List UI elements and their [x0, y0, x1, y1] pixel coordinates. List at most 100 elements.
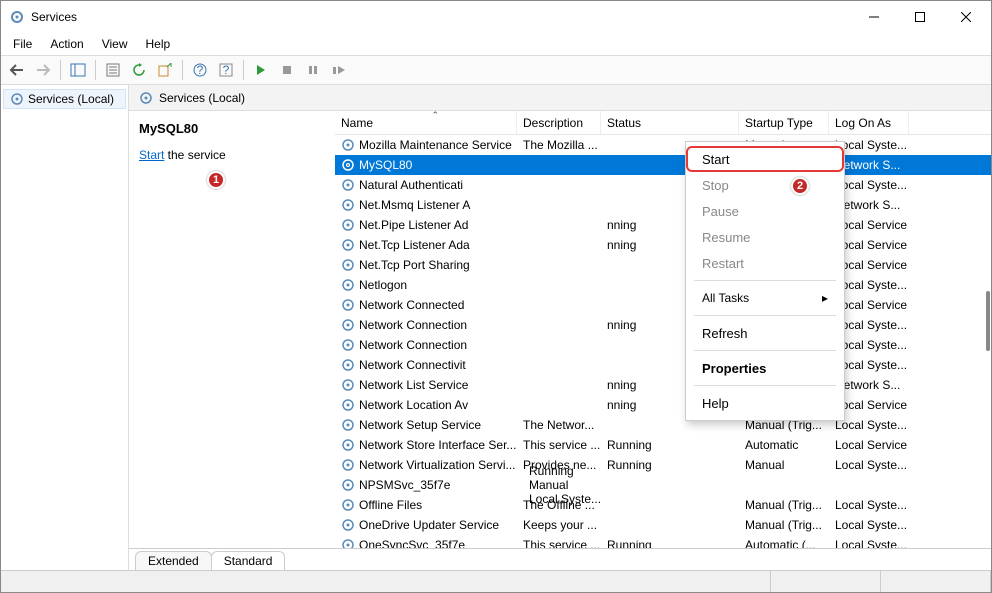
column-startup-type[interactable]: Startup Type: [739, 111, 829, 134]
service-row[interactable]: Network ConnectedManual (Trig...Local Se…: [335, 295, 991, 315]
service-row[interactable]: Network ConnectionnningManual (Trig...Lo…: [335, 315, 991, 335]
restart-service-button[interactable]: [327, 58, 351, 82]
service-row[interactable]: Network Setup ServiceThe Networ...Manual…: [335, 415, 991, 435]
service-row[interactable]: Net.Pipe Listener AdnningAutomaticLocal …: [335, 215, 991, 235]
service-startup-cell: Manual (Trig...: [739, 518, 829, 532]
ctx-all-tasks[interactable]: All Tasks▸: [686, 285, 844, 311]
toolbar-separator: [60, 60, 61, 80]
selected-service-name: MySQL80: [139, 121, 325, 136]
service-row[interactable]: Net.Tcp Listener AdanningAutomaticLocal …: [335, 235, 991, 255]
service-row[interactable]: OneSyncSvc_35f7eThis service ...RunningA…: [335, 535, 991, 548]
refresh-button[interactable]: [127, 58, 151, 82]
service-row[interactable]: Network ConnectivitManual (Trig...Local …: [335, 355, 991, 375]
column-name[interactable]: Name⌃: [335, 111, 517, 134]
view-tabs: Extended Standard: [129, 548, 991, 570]
help-button[interactable]: ?: [188, 58, 212, 82]
service-icon: [341, 478, 355, 492]
service-startup-cell: Manual: [523, 478, 601, 492]
menu-action[interactable]: Action: [42, 35, 91, 53]
service-row[interactable]: MySQL80AutomaticNetwork S...: [335, 155, 991, 175]
service-icon: [341, 278, 355, 292]
service-row[interactable]: Network ConnectionManualLocal Syste...: [335, 335, 991, 355]
service-desc-cell: The Offline ...: [517, 498, 601, 512]
service-icon: [341, 438, 355, 452]
menu-help[interactable]: Help: [138, 35, 179, 53]
chevron-right-icon: ▸: [822, 291, 828, 305]
service-row[interactable]: OneDrive Updater ServiceKeeps your ...Ma…: [335, 515, 991, 535]
tab-extended[interactable]: Extended: [135, 551, 212, 570]
service-icon: [341, 318, 355, 332]
service-icon: [341, 418, 355, 432]
service-row[interactable]: Net.Tcp Port SharingManualLocal Service: [335, 255, 991, 275]
service-row[interactable]: Mozilla Maintenance ServiceThe Mozilla .…: [335, 135, 991, 155]
column-log-on-as[interactable]: Log On As: [829, 111, 909, 134]
menu-file[interactable]: File: [5, 35, 40, 53]
service-status-cell: Running: [601, 458, 739, 472]
service-name-cell: Netlogon: [335, 278, 517, 292]
service-icon: [341, 298, 355, 312]
maximize-button[interactable]: [897, 2, 943, 32]
services-window: Services File Action View Help ? ?: [0, 0, 992, 593]
window-controls: [851, 2, 989, 32]
properties-button[interactable]: [101, 58, 125, 82]
service-startup-cell: Automatic (...: [739, 538, 829, 548]
back-button[interactable]: [5, 58, 29, 82]
close-button[interactable]: [943, 2, 989, 32]
services-tree-icon: [10, 92, 24, 106]
service-row[interactable]: Net.Msmq Listener ADisabledNetwork S...: [335, 195, 991, 215]
menu-view[interactable]: View: [94, 35, 136, 53]
service-name-cell: NPSMSvc_35f7e: [335, 478, 517, 492]
action-line: Start the service: [139, 148, 325, 162]
ctx-restart: Restart: [686, 250, 844, 276]
service-row[interactable]: Natural AuthenticatiManual (Trig...Local…: [335, 175, 991, 195]
service-desc-cell: The Networ...: [517, 418, 601, 432]
service-row[interactable]: Network List ServicenningManualNetwork S…: [335, 375, 991, 395]
service-row[interactable]: Network Location AvnningManualLocal Serv…: [335, 395, 991, 415]
ctx-refresh[interactable]: Refresh: [686, 320, 844, 346]
sort-asc-icon: ⌃: [432, 110, 440, 121]
pause-service-button[interactable]: [301, 58, 325, 82]
service-icon: [341, 258, 355, 272]
ctx-start[interactable]: Start: [686, 146, 844, 172]
service-row[interactable]: Network Store Interface Ser...This servi…: [335, 435, 991, 455]
body-area: Services (Local) Services (Local) MySQL8…: [1, 85, 991, 570]
detail-pane: Services (Local) MySQL80 Start the servi…: [129, 85, 991, 570]
export-button[interactable]: [153, 58, 177, 82]
service-row[interactable]: NetlogonManualLocal Syste...: [335, 275, 991, 295]
service-icon: [341, 358, 355, 372]
service-row[interactable]: Offline FilesThe Offline ...Manual (Trig…: [335, 495, 991, 515]
ctx-help[interactable]: Help: [686, 390, 844, 416]
tab-standard[interactable]: Standard: [211, 551, 286, 570]
toolbar: ? ?: [1, 55, 991, 85]
ctx-properties[interactable]: Properties: [686, 355, 844, 381]
service-startup-cell: Manual (Trig...: [739, 498, 829, 512]
service-icon: [341, 458, 355, 472]
stop-service-button[interactable]: [275, 58, 299, 82]
window-title: Services: [31, 10, 851, 24]
start-service-button[interactable]: [249, 58, 273, 82]
menubar: File Action View Help: [1, 33, 991, 55]
service-row[interactable]: Network Virtualization Servi...Provides …: [335, 455, 991, 475]
scrollbar-thumb[interactable]: [986, 291, 990, 351]
service-name-cell: Network Connection: [335, 338, 517, 352]
ctx-separator: [694, 385, 836, 386]
ctx-separator: [694, 315, 836, 316]
service-logon-cell: Local Syste...: [829, 458, 909, 472]
list-body[interactable]: Mozilla Maintenance ServiceThe Mozilla .…: [335, 135, 991, 548]
service-startup-cell: Automatic: [739, 438, 829, 452]
help-topic-button[interactable]: ?: [214, 58, 238, 82]
start-service-link[interactable]: Start: [139, 148, 164, 162]
service-name-cell: OneDrive Updater Service: [335, 518, 517, 532]
column-status[interactable]: Status: [601, 111, 739, 134]
service-logon-cell: Local Syste...: [829, 538, 909, 548]
tree-root-services-local[interactable]: Services (Local): [3, 89, 126, 109]
ctx-separator: [694, 350, 836, 351]
service-row[interactable]: NPSMSvc_35f7eRunningManualLocal Syste...: [335, 475, 991, 495]
column-description[interactable]: Description: [517, 111, 601, 134]
forward-button[interactable]: [31, 58, 55, 82]
services-list: Name⌃ Description Status Startup Type Lo…: [335, 111, 991, 548]
show-hide-tree-button[interactable]: [66, 58, 90, 82]
list-header: Name⌃ Description Status Startup Type Lo…: [335, 111, 991, 135]
minimize-button[interactable]: [851, 2, 897, 32]
service-logon-cell: Local Syste...: [829, 498, 909, 512]
